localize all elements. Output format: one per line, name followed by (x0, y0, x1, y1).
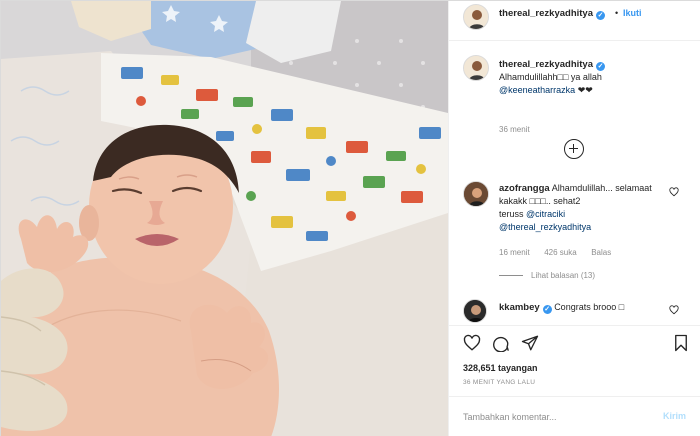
caption-author[interactable]: thereal_rezkyadhitya (499, 59, 593, 70)
add-comment-bar: Kirim (449, 396, 700, 436)
post-comment-button[interactable]: Kirim (663, 411, 686, 421)
post-side-panel: thereal_rezkyadhitya ✓ • Ikuti thereal_re… (448, 1, 700, 436)
author-avatar[interactable] (463, 4, 489, 30)
instagram-post: thereal_rezkyadhitya ✓ • Ikuti thereal_re… (0, 0, 700, 436)
comment-item: kkambey ✓ Congrats brooo □ (463, 299, 688, 325)
post-header: thereal_rezkyadhitya ✓ • Ikuti (449, 1, 700, 41)
author-username[interactable]: thereal_rezkyadhitya ✓ (499, 8, 605, 20)
caption-time[interactable]: 36 menit (499, 125, 530, 134)
caption-author-avatar[interactable] (463, 55, 489, 81)
comment-time[interactable]: 16 menit (499, 248, 530, 257)
reply-button[interactable]: Balas (591, 248, 611, 257)
verified-badge-icon: ✓ (596, 11, 605, 20)
comment-text: Congrats brooo □ (554, 302, 625, 312)
author-username-text[interactable]: thereal_rezkyadhitya (499, 8, 593, 19)
post-timestamp[interactable]: 36 MENIT YANG LALU (463, 379, 535, 386)
post-actions-bar (449, 325, 700, 363)
view-count[interactable]: 328,651 tayangan (463, 363, 538, 373)
follow-button[interactable]: Ikuti (623, 8, 642, 18)
comment-mention[interactable]: @thereal_rezkyadhitya (499, 222, 591, 232)
comment-text: Alhamdulillah... (551, 183, 613, 193)
verified-badge-icon: ✓ (596, 62, 605, 71)
send-icon[interactable] (521, 334, 539, 352)
caption-suffix: ❤❤ (575, 85, 593, 95)
header-separator: • (615, 8, 619, 18)
commenter-avatar[interactable] (463, 299, 487, 323)
comment-icon[interactable] (492, 334, 510, 352)
view-replies[interactable]: Lihat balasan (13) (499, 271, 595, 280)
caption-text: Alhamdulillahh□□ ya allah (499, 72, 602, 82)
caption-mention[interactable]: @keeneatharrazka (499, 85, 575, 95)
comment-text-block: kkambey ✓ Congrats brooo □ (499, 302, 624, 314)
plus-circle-icon[interactable] (564, 139, 584, 159)
replies-line (499, 275, 523, 276)
comment-heart-icon[interactable] (669, 305, 679, 315)
post-media[interactable] (1, 1, 448, 436)
commenter-avatar[interactable] (463, 181, 489, 207)
comment-author[interactable]: azofrangga (499, 183, 550, 194)
view-replies-label[interactable]: Lihat balasan (13) (531, 271, 595, 280)
comment-text-block: azofrangga Alhamdulillah... selamaat kak… (499, 182, 661, 234)
comment-item: azofrangga Alhamdulillah... selamaat kak… (463, 181, 688, 281)
comments-section[interactable]: thereal_rezkyadhitya ✓ Alhamdulillahh□□ y… (449, 41, 700, 325)
bookmark-icon[interactable] (672, 334, 690, 352)
comment-text-end: teruss (499, 209, 524, 219)
caption-text-block: thereal_rezkyadhitya ✓ Alhamdulillahh□□ y… (499, 58, 689, 97)
comment-meta-row: 16 menit 426 suka Balas (499, 247, 623, 257)
comment-heart-icon[interactable] (669, 187, 679, 197)
comment-author[interactable]: kkambey (499, 302, 540, 313)
comment-likes[interactable]: 426 suka (544, 248, 576, 257)
verified-badge-icon: ✓ (542, 305, 552, 314)
comment-mention[interactable]: @citraciki (526, 209, 565, 219)
comment-input[interactable] (463, 408, 653, 426)
newborn-photo (1, 1, 448, 436)
heart-icon[interactable] (463, 334, 481, 352)
